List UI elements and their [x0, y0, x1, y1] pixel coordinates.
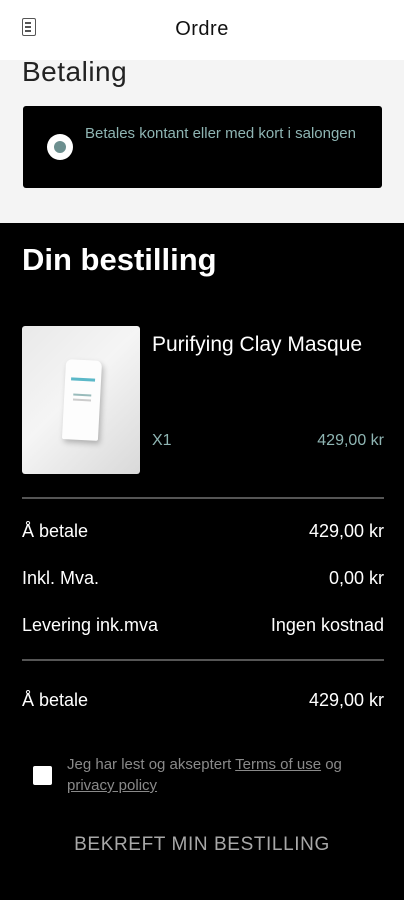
summary-value: Ingen kostnad — [270, 615, 384, 635]
top-bar: Ordre — [0, 0, 404, 60]
total-value: 429,00 kr — [308, 690, 384, 710]
summary-row-to-pay: Å betale 429,00 kr — [22, 521, 384, 545]
total-label: Å betale — [22, 690, 89, 710]
page-title: Ordre — [175, 18, 229, 40]
confirm-order-button[interactable]: BEKREFT MIN BESTILLING — [0, 834, 404, 864]
product-tube-illustration — [61, 359, 103, 441]
terms-text-prefix: Jeg har lest og akseptert — [67, 756, 236, 773]
payment-option-label: Betales kontant eller med kort i salonge… — [85, 125, 356, 142]
total-row: Å betale 429,00 kr — [22, 690, 384, 714]
privacy-policy-link[interactable]: privacy policy — [67, 777, 157, 794]
summary-label: Inkl. Mva. — [22, 568, 100, 588]
terms-text-middle: og — [321, 756, 342, 773]
divider — [22, 497, 384, 499]
terms-checkbox[interactable] — [33, 766, 52, 785]
product-quantity: X1 — [152, 432, 172, 449]
terms-text: Jeg har lest og akseptert Terms of use o… — [67, 754, 387, 796]
summary-value: 429,00 kr — [308, 521, 384, 541]
summary-label: Levering ink.mva — [22, 615, 159, 635]
summary-label: Å betale — [22, 521, 89, 541]
summary-value: 0,00 kr — [328, 568, 384, 588]
order-heading: Din bestilling — [22, 242, 217, 277]
payment-option[interactable]: Betales kontant eller med kort i salonge… — [23, 106, 382, 188]
summary-row-vat: Inkl. Mva. 0,00 kr — [22, 568, 384, 592]
product-image — [22, 326, 140, 474]
summary-row-delivery: Levering ink.mva Ingen kostnad — [22, 615, 384, 639]
terms-agreement: Jeg har lest og akseptert Terms of use o… — [33, 754, 383, 800]
payment-radio[interactable] — [47, 134, 73, 160]
terms-of-use-link[interactable]: Terms of use — [235, 756, 321, 773]
order-item: Purifying Clay Masque X1 429,00 kr — [22, 326, 384, 476]
payment-section: Betaling Betales kontant eller med kort … — [0, 56, 404, 223]
product-name: Purifying Clay Masque — [152, 333, 363, 356]
product-price: 429,00 kr — [317, 432, 384, 449]
divider — [22, 659, 384, 661]
payment-heading: Betaling — [22, 56, 128, 87]
